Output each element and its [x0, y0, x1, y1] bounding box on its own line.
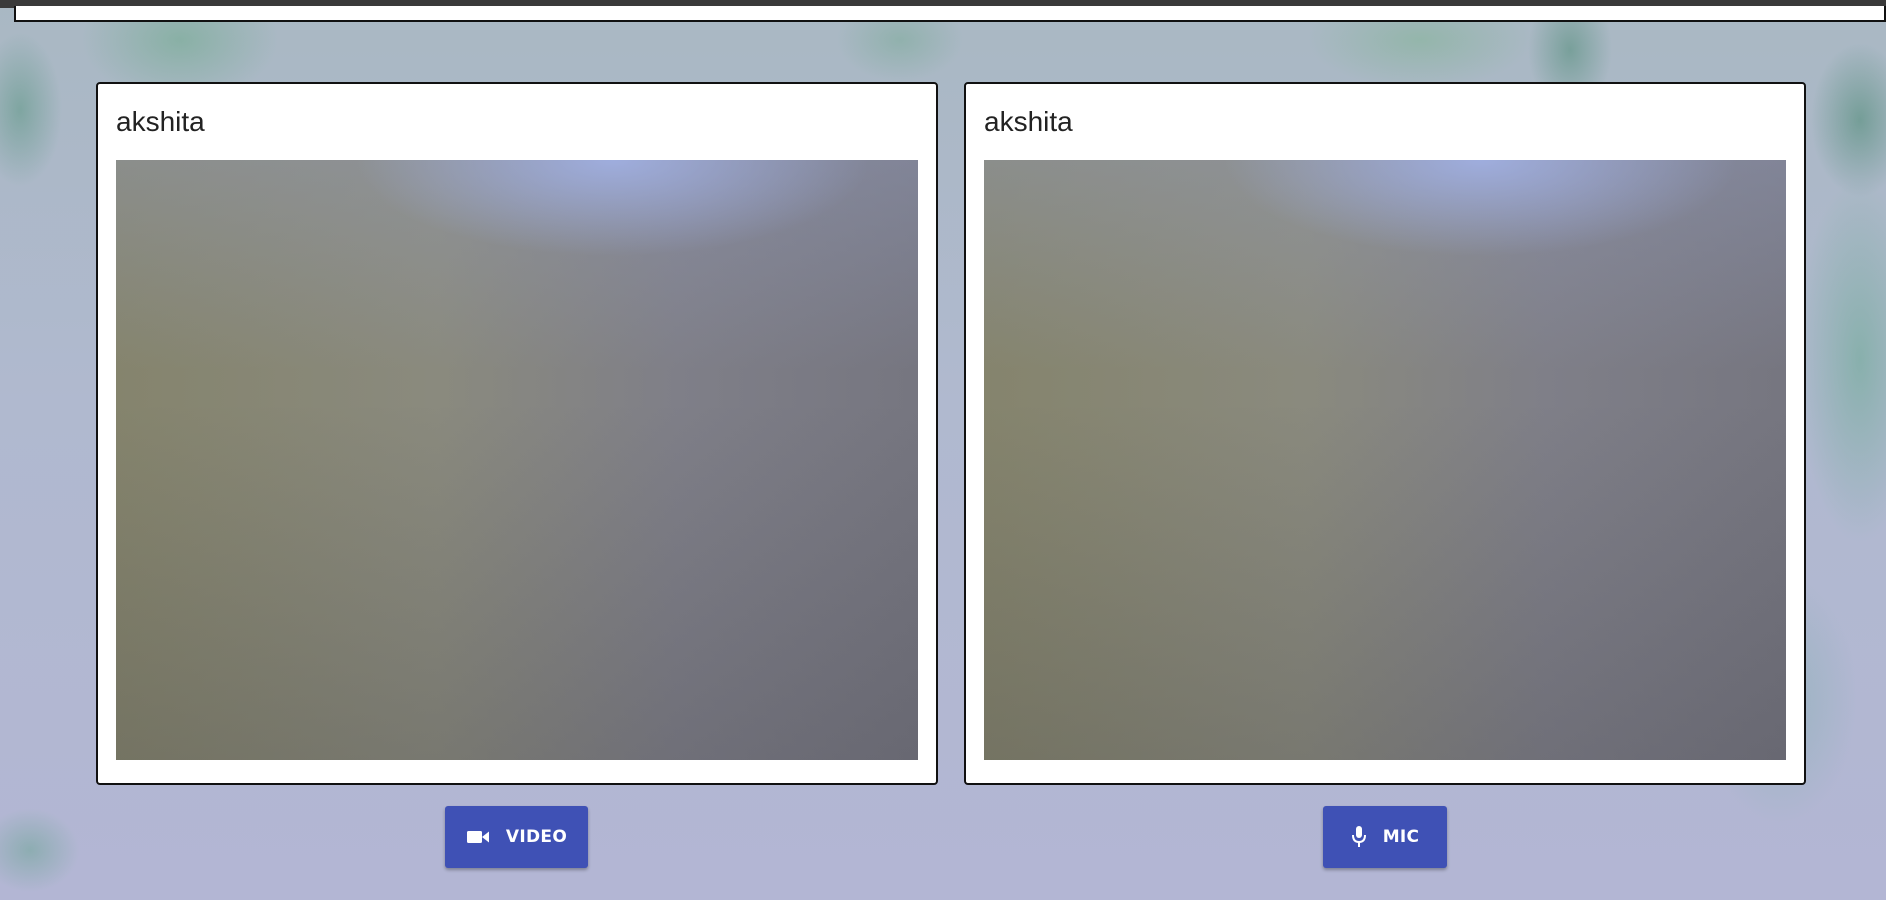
video-toggle-button[interactable]: VIDEO: [445, 806, 588, 868]
video-feed: [984, 160, 1786, 760]
video-button-label: VIDEO: [505, 827, 568, 847]
participant-card-1: akshita: [96, 82, 938, 785]
mic-toggle-button[interactable]: MIC: [1323, 806, 1447, 868]
video-feed: [116, 160, 918, 760]
mic-icon: [1351, 825, 1367, 849]
mic-button-label: MIC: [1382, 827, 1420, 847]
header-strip: [14, 6, 1886, 22]
participant-name: akshita: [984, 106, 1073, 137]
participant-name: akshita: [116, 106, 205, 137]
videocam-icon: [466, 828, 490, 846]
participant-card-2: akshita: [964, 82, 1806, 785]
